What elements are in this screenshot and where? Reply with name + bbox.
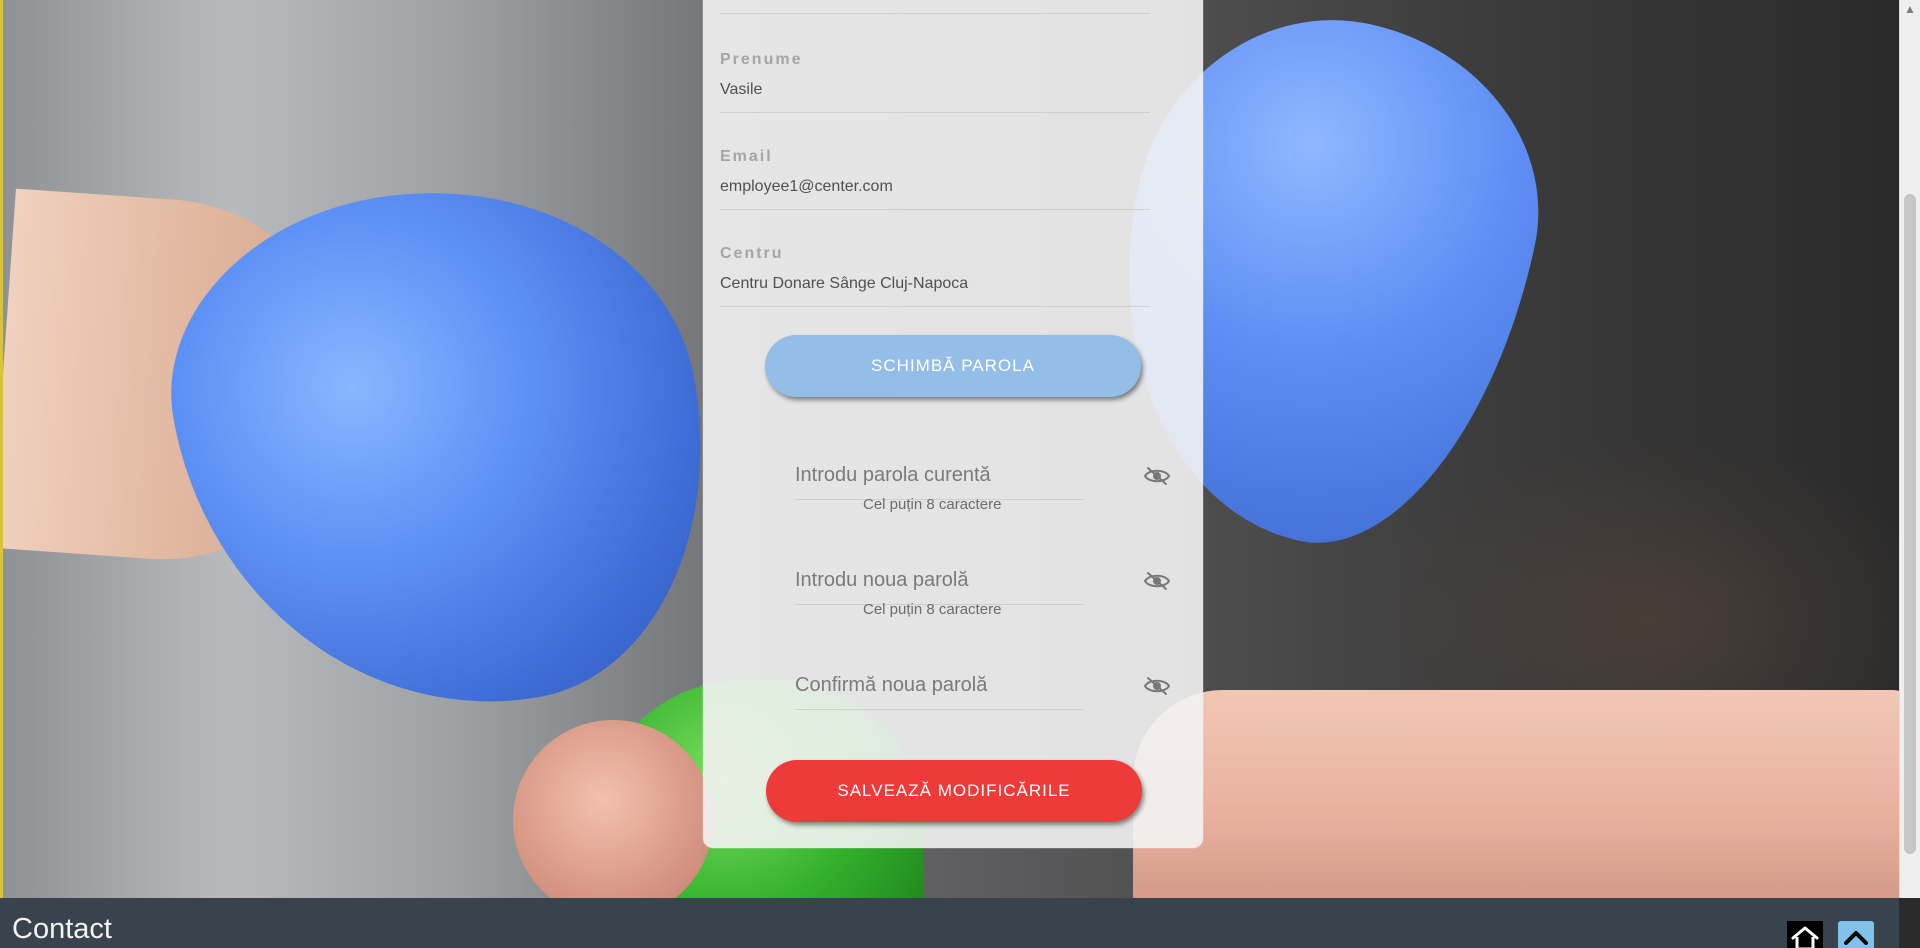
password-hint: Cel puțin 8 caractere <box>863 601 1002 618</box>
profile-panel: Prenume Vasile Email employee1@center.co… <box>703 0 1203 848</box>
password-hint: Cel puțin 8 caractere <box>863 496 1002 513</box>
current-password-input[interactable] <box>795 463 1083 487</box>
fingers-graphic <box>513 720 713 898</box>
vertical-scrollbar[interactable]: ▲ <box>1899 0 1920 898</box>
input-underline <box>795 709 1083 710</box>
background-photo: Prenume Vasile Email employee1@center.co… <box>0 0 1899 898</box>
email-value: employee1@center.com <box>720 178 893 195</box>
confirm-password-group <box>795 673 1171 753</box>
prenume-field: Prenume Vasile <box>720 50 1150 113</box>
blue-glove-graphic <box>141 148 745 752</box>
chevron-up-icon[interactable] <box>1838 921 1874 948</box>
email-label: Email <box>720 148 773 165</box>
prenume-value: Vasile <box>720 81 763 98</box>
change-password-button[interactable]: SCHIMBĂ PAROLA <box>765 335 1141 397</box>
footer: Contact <box>0 898 1899 948</box>
centru-value: Centru Donare Sânge Cluj-Napoca <box>720 275 969 292</box>
email-field: Email employee1@center.com <box>720 147 1150 210</box>
current-password-group: Cel puțin 8 caractere <box>795 463 1171 543</box>
eye-off-icon[interactable] <box>1141 568 1173 594</box>
home-icon[interactable] <box>1787 921 1823 948</box>
prenume-label: Prenume <box>720 51 803 68</box>
footer-title: Contact <box>12 913 112 945</box>
eye-off-icon[interactable] <box>1141 463 1173 489</box>
centru-field: Centru Centru Donare Sânge Cluj-Napoca <box>720 244 1150 307</box>
forearm-graphic <box>1133 690 1899 898</box>
new-password-group: Cel puțin 8 caractere <box>795 568 1171 648</box>
scrollbar-thumb[interactable] <box>1904 194 1916 854</box>
centru-label: Centru <box>720 245 784 262</box>
arm-graphic <box>3 188 356 572</box>
confirm-password-input[interactable] <box>795 673 1083 697</box>
new-password-input[interactable] <box>795 568 1083 592</box>
scroll-up-arrow-icon[interactable]: ▲ <box>1900 0 1920 17</box>
eye-off-icon[interactable] <box>1141 673 1173 699</box>
page: Prenume Vasile Email employee1@center.co… <box>0 0 1920 948</box>
divider <box>720 13 1150 14</box>
save-changes-button[interactable]: SALVEAZĂ MODIFICĂRILE <box>766 760 1142 822</box>
